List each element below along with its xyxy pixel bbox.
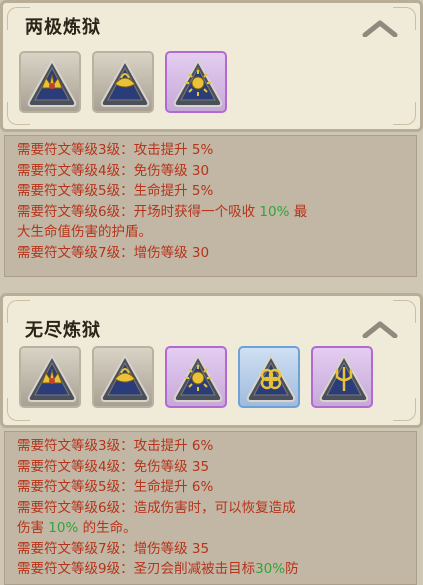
corner-ornament	[393, 102, 416, 125]
bonus-line: 需要符文等级7级：增伤等级 30	[17, 243, 406, 264]
bonus-effect: 开场时获得一个吸收	[133, 203, 260, 220]
bonus-line: 需要符文等级6级：开场时获得一个吸收 10% 最	[17, 202, 406, 223]
bonus-requirement: 需要符文等级6级：	[17, 203, 134, 220]
bonus-highlight: 10%	[259, 203, 290, 220]
bonus-line: 需要符文等级6级：造成伤害时，可以恢复造成	[17, 498, 406, 519]
bonus-highlight: 10%	[48, 520, 79, 536]
sun-rune-icon[interactable]	[165, 51, 227, 113]
bonus-effect: 圣刃会削减被击目标	[133, 561, 256, 577]
bonus-highlight: 30%	[255, 561, 286, 577]
knot-rune-icon[interactable]	[238, 346, 300, 408]
corner-ornament	[393, 398, 416, 421]
bonus-requirement: 需要符文等级3级：	[17, 142, 134, 158]
bonus-effect: 增伤等级 30	[133, 244, 210, 261]
bonus-tail: 最	[289, 203, 308, 220]
bonus-requirement: 需要符文等级7级：	[17, 540, 134, 557]
collapse-chevron-icon[interactable]	[362, 320, 398, 339]
bonus-requirement: 需要符文等级3级：	[17, 438, 134, 454]
bonus-line: 大生命值伤害的护盾。	[17, 222, 406, 243]
bonus-line: 需要符文等级4级：免伤等级 35	[17, 457, 406, 478]
bonus-line: 需要符文等级5级：生命提升 5%	[17, 181, 406, 202]
bonus-requirement: 需要符文等级6级：	[17, 499, 134, 516]
bonus-effect: 攻击提升 6%	[133, 438, 214, 454]
bonus-requirement: 需要符文等级5级：	[17, 183, 134, 199]
lamp-rune-icon[interactable]	[92, 51, 154, 113]
bonus-requirement: 需要符文等级4级：	[17, 162, 134, 179]
bonus-line: 伤害 10% 的生命。	[17, 518, 406, 539]
bonus-line: 需要符文等级7级：增伤等级 35	[17, 539, 406, 560]
section-panel-2: 无尽炼狱	[0, 293, 423, 428]
bonus-effect: 免伤等级 35	[133, 458, 210, 475]
bonus-line: 需要符文等级9级：圣刃会削减被击目标30%防	[17, 559, 406, 580]
bonus-requirement: 需要符文等级7级：	[17, 244, 134, 261]
bonus-requirement: 需要符文等级9级：	[17, 561, 134, 577]
bonus-tail: 防	[285, 561, 299, 577]
bonus-effect: 攻击提升 5%	[133, 142, 214, 158]
bonus-list: 需要符文等级3级：攻击提升 6% 需要符文等级4级：免伤等级 35 需要符文等级5级…	[4, 431, 417, 585]
bonus-requirement: 需要符文等级5级：	[17, 479, 134, 495]
section-panel-1: 两极炼狱	[0, 0, 423, 132]
sun-rune-icon[interactable]	[165, 346, 227, 408]
bonus-effect: 生命提升 6%	[133, 479, 214, 495]
bonus-effect: 大生命值伤害的护盾。	[17, 224, 152, 240]
collapse-chevron-icon[interactable]	[362, 19, 398, 38]
lamp-rune-icon[interactable]	[92, 346, 154, 408]
section-title: 无尽炼狱	[25, 320, 101, 341]
bonus-effect: 免伤等级 30	[133, 162, 210, 179]
crown-rune-icon[interactable]	[19, 51, 81, 113]
bonus-line: 需要符文等级3级：攻击提升 5%	[17, 140, 406, 161]
bonus-effect: 增伤等级 35	[133, 540, 210, 557]
trident-rune-icon[interactable]	[311, 346, 373, 408]
bonus-line: 需要符文等级5级：生命提升 6%	[17, 477, 406, 498]
bonus-requirement: 需要符文等级4级：	[17, 458, 134, 475]
rune-icon-row	[19, 51, 227, 113]
bonus-effect: 造成伤害时，可以恢复造成	[133, 499, 296, 516]
bonus-effect: 伤害	[17, 520, 49, 536]
bonus-line: 需要符文等级4级：免伤等级 30	[17, 161, 406, 182]
rune-icon-row	[19, 346, 373, 408]
bonus-line: 需要符文等级3级：攻击提升 6%	[17, 436, 406, 457]
bonus-tail: 的生命。	[78, 520, 137, 536]
bonus-effect: 生命提升 5%	[133, 183, 214, 199]
section-title: 两极炼狱	[25, 17, 101, 38]
crown-rune-icon[interactable]	[19, 346, 81, 408]
bonus-list: 需要符文等级3级：攻击提升 5% 需要符文等级4级：免伤等级 30 需要符文等级5级…	[4, 135, 417, 277]
